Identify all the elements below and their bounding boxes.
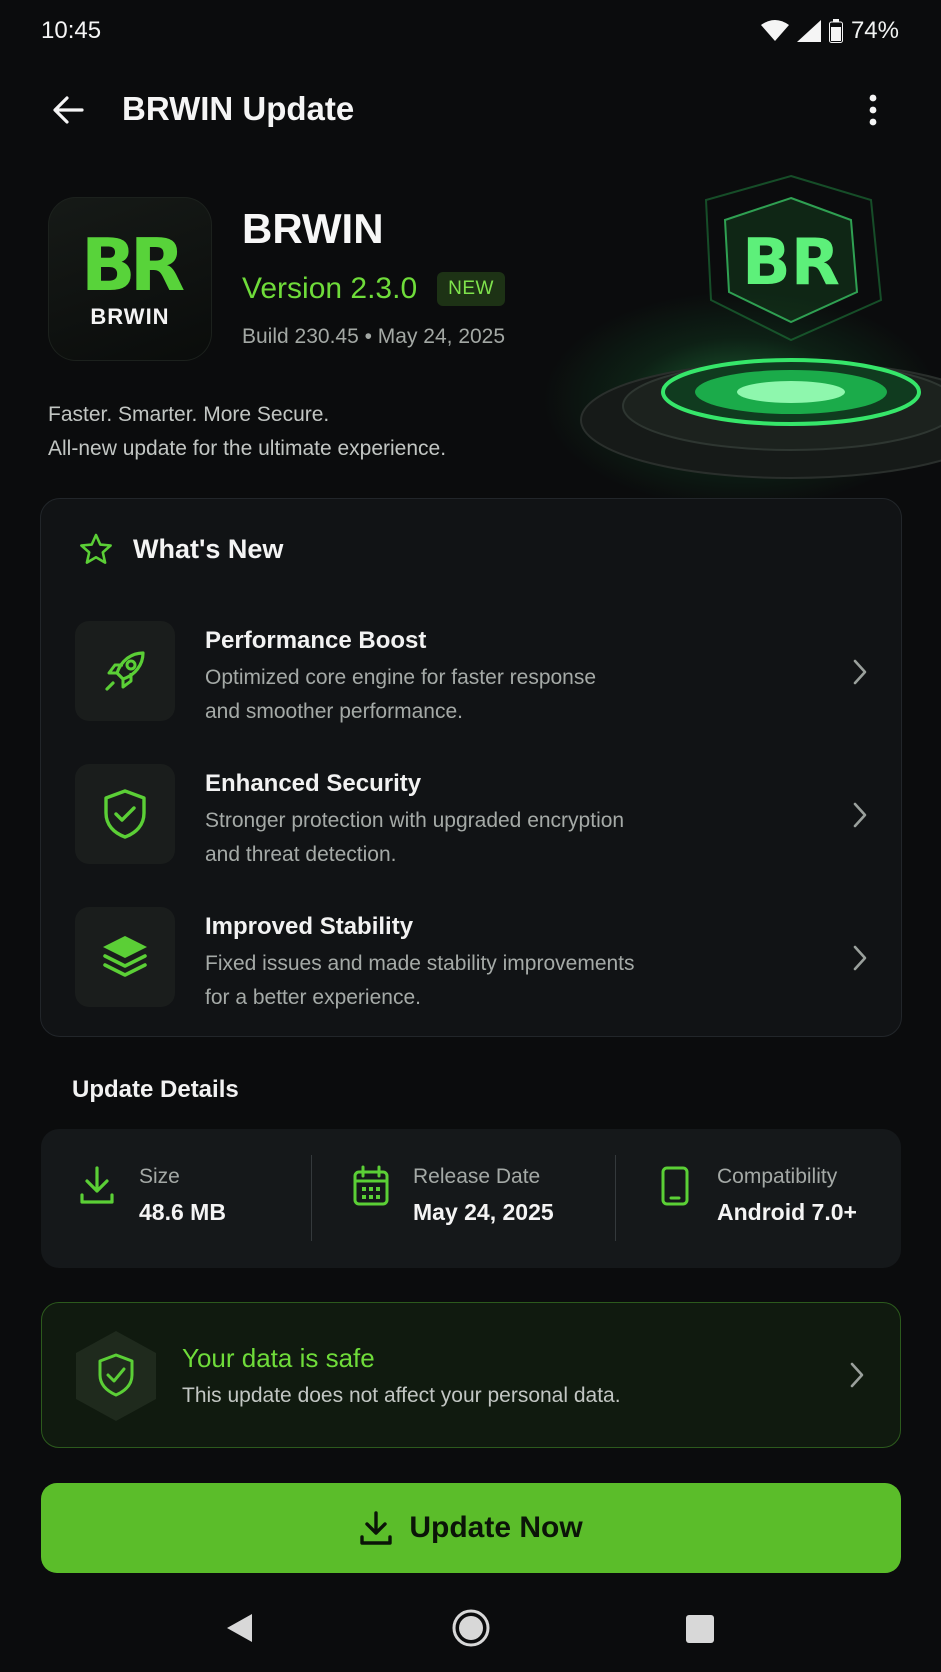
data-safe-description: This update does not affect your persona…	[182, 1384, 621, 1407]
app-name: BRWIN	[242, 205, 384, 252]
status-time: 10:45	[41, 17, 102, 44]
data-safe-card[interactable]: Your data is safe This update does not a…	[41, 1302, 901, 1448]
update-now-button[interactable]: Update Now	[41, 1483, 901, 1573]
chevron-right-icon	[845, 657, 875, 687]
build-info: Build 230.45 • May 24, 2025	[242, 325, 506, 348]
detail-label: Size	[139, 1165, 180, 1188]
new-badge: NEW	[437, 272, 505, 306]
feature-description-line: Optimized core engine for faster respons…	[205, 666, 597, 689]
detail-value: 48.6 MB	[139, 1199, 226, 1225]
version-text: Version 2.3.0	[242, 272, 418, 305]
detail-value: May 24, 2025	[413, 1199, 554, 1225]
detail-size: Size 48.6 MB	[77, 1165, 226, 1226]
star-icon	[80, 533, 112, 564]
chevron-right-icon	[842, 1360, 872, 1390]
feature-performance-boost[interactable]: Performance Boost Optimized core engine …	[75, 621, 875, 725]
feature-icon-box	[75, 764, 175, 864]
detail-value: Android 7.0+	[717, 1199, 857, 1225]
wifi-icon	[760, 20, 789, 41]
feature-description-line: and smoother performance.	[205, 700, 463, 723]
system-nav-bar	[0, 1588, 941, 1672]
feature-improved-stability[interactable]: Improved Stability Fixed issues and made…	[75, 907, 875, 1011]
whats-new-card: What's New Performance Boost Optimized c…	[40, 498, 902, 1037]
app-bar: BRWIN Update	[0, 70, 941, 150]
detail-release-date: Release Date May 24, 2025	[351, 1165, 554, 1226]
back-button[interactable]	[46, 88, 90, 132]
nav-recents-icon[interactable]	[685, 1614, 715, 1644]
feature-description: Optimized core engine for faster respons…	[205, 661, 725, 729]
update-details-card: Size 48.6 MB Release Date May 24, 2025 C…	[41, 1129, 901, 1268]
brwin-logo-icon: BR	[81, 228, 184, 300]
layers-icon	[103, 936, 147, 977]
feature-title: Enhanced Security	[205, 770, 422, 797]
shield-check-icon	[104, 789, 146, 839]
calendar-icon	[351, 1165, 391, 1209]
whats-new-header: What's New	[79, 533, 283, 565]
feature-description-line: Fixed issues and made stability improvem…	[205, 952, 635, 975]
svg-text:BR: BR	[81, 228, 184, 300]
hero-monogram: BR	[742, 226, 840, 300]
shield-check-icon	[76, 1331, 156, 1421]
hero-illustration: BR	[501, 170, 941, 500]
rocket-icon	[105, 651, 145, 691]
feature-icon-box	[75, 907, 175, 1007]
feature-title: Performance Boost	[205, 627, 427, 654]
nav-back-icon[interactable]	[224, 1612, 254, 1644]
app-icon: BR BRWIN	[48, 197, 212, 361]
cellular-signal-icon	[796, 20, 821, 42]
nav-home-icon[interactable]	[451, 1608, 491, 1648]
chevron-right-icon	[845, 800, 875, 830]
version-row: Version 2.3.0 NEW	[242, 272, 505, 306]
tagline-line-1: Faster. Smarter. More Secure.	[48, 403, 330, 426]
arrow-left-icon	[53, 96, 84, 124]
divider	[311, 1155, 312, 1241]
feature-description: Fixed issues and made stability improvem…	[205, 947, 725, 1015]
more-vertical-icon	[869, 94, 877, 126]
feature-description-line: Stronger protection with upgraded encryp…	[205, 809, 625, 832]
detail-label: Release Date	[413, 1165, 541, 1188]
feature-description-line: for a better experience.	[205, 986, 421, 1009]
download-icon	[77, 1165, 117, 1209]
chevron-right-icon	[845, 943, 875, 973]
download-icon	[360, 1511, 393, 1545]
detail-compatibility: Compatibility Android 7.0+	[655, 1165, 857, 1226]
update-now-label: Update Now	[409, 1511, 583, 1544]
detail-label: Compatibility	[717, 1165, 838, 1188]
status-icons: 74%	[760, 17, 899, 45]
feature-description-line: and threat detection.	[205, 843, 397, 866]
battery-icon	[828, 19, 843, 43]
status-bar: 10:45 74%	[0, 0, 941, 62]
more-options-button[interactable]	[851, 86, 895, 134]
feature-description: Stronger protection with upgraded encryp…	[205, 804, 725, 872]
tagline-line-2: All-new update for the ultimate experien…	[48, 437, 447, 460]
app-icon-wordmark: BRWIN	[90, 304, 170, 329]
feature-enhanced-security[interactable]: Enhanced Security Stronger protection wi…	[75, 764, 875, 868]
feature-icon-box	[75, 621, 175, 721]
smartphone-icon	[655, 1165, 695, 1209]
page-title: BRWIN Update	[122, 90, 355, 127]
data-safe-title: Your data is safe	[182, 1343, 375, 1373]
update-details-heading: Update Details	[72, 1076, 239, 1103]
battery-percentage: 74%	[850, 17, 899, 44]
tagline: Faster. Smarter. More Secure. All-new up…	[48, 398, 446, 466]
whats-new-title: What's New	[133, 533, 284, 564]
divider	[615, 1155, 616, 1241]
feature-title: Improved Stability	[205, 913, 414, 940]
